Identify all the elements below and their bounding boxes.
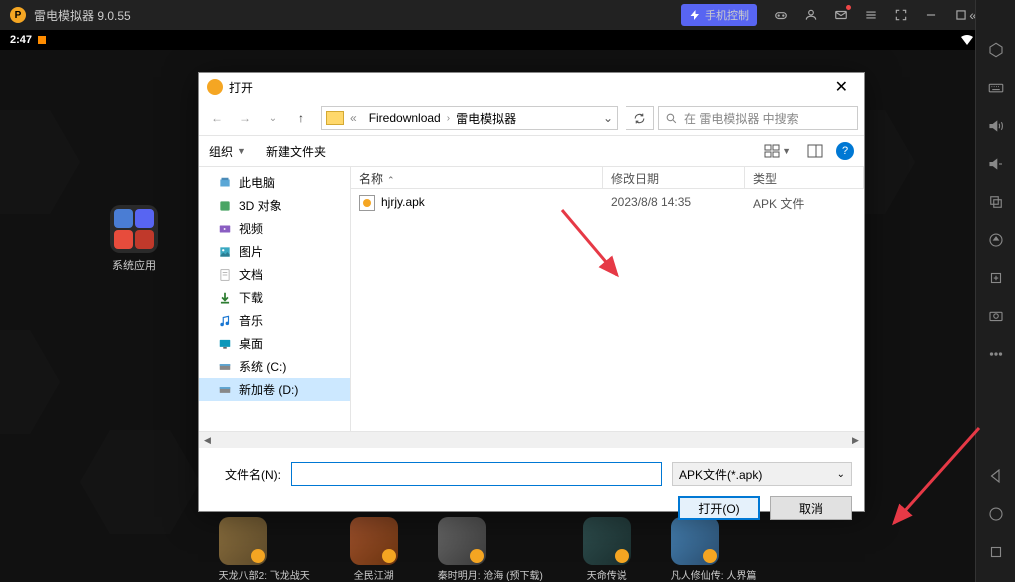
breadcrumb[interactable]: « Firedownload › 雷电模拟器 ⌄ (321, 106, 618, 130)
home-icon[interactable] (986, 504, 1006, 524)
dialog-nav: ← → ⌄ ↑ « Firedownload › 雷电模拟器 ⌄ 在 雷电模拟器… (199, 101, 864, 135)
filetype-select[interactable]: APK文件(*.apk) ⌄ (672, 462, 852, 486)
app-title: 雷电模拟器 9.0.55 (34, 7, 681, 24)
file-row[interactable]: hjrjy.apk 2023/8/8 14:35 APK 文件 (351, 189, 864, 218)
help-icon[interactable]: ? (836, 142, 854, 160)
chevron-down-icon: ⌄ (837, 469, 845, 480)
titlebar: P 雷电模拟器 9.0.55 手机控制 (0, 0, 1015, 30)
user-icon[interactable] (797, 1, 825, 29)
scroll-right-icon[interactable]: ▶ (847, 432, 864, 449)
folder-tree[interactable]: 此电脑 3D 对象 视频 图片 文档 下载 音乐 桌面 系统 (C:) 新加卷 … (199, 167, 351, 431)
tree-item[interactable]: 3D 对象 (199, 194, 350, 217)
file-list-header[interactable]: 名称⌃ 修改日期 类型 (351, 167, 864, 189)
wifi-icon (961, 35, 973, 45)
tree-item[interactable]: 视频 (199, 217, 350, 240)
filename-input[interactable] (291, 462, 662, 486)
tree-item[interactable]: 此电脑 (199, 171, 350, 194)
filename-label: 文件名(N): (211, 466, 281, 483)
screenshot-icon[interactable] (986, 306, 1006, 326)
fullscreen-icon[interactable] (887, 1, 915, 29)
sort-indicator-icon: ⌃ (387, 175, 395, 186)
tree-item[interactable]: 音乐 (199, 309, 350, 332)
search-input[interactable]: 在 雷电模拟器 中搜索 (658, 106, 858, 130)
dialog-title: 打开 (229, 79, 253, 96)
column-type[interactable]: 类型 (745, 167, 864, 188)
horizontal-scrollbar[interactable]: ◀ ▶ (199, 431, 864, 448)
refresh-button[interactable] (626, 106, 654, 130)
dialog-icon (207, 79, 223, 95)
file-open-dialog: 打开 ✕ ← → ⌄ ↑ « Firedownload › 雷电模拟器 ⌄ 在 … (198, 72, 865, 512)
minimize-icon[interactable] (917, 1, 945, 29)
file-list[interactable]: 名称⌃ 修改日期 类型 hjrjy.apk 2023/8/8 14:35 APK… (351, 167, 864, 431)
install-apk-icon[interactable] (986, 268, 1006, 288)
multi-instance-icon[interactable] (986, 192, 1006, 212)
new-folder-button[interactable]: 新建文件夹 (266, 143, 326, 160)
mail-icon[interactable] (827, 1, 855, 29)
cancel-button[interactable]: 取消 (770, 496, 852, 520)
nav-up-button[interactable]: ↑ (289, 106, 313, 130)
system-apps-label: 系统应用 (110, 257, 158, 273)
tree-item[interactable]: 文档 (199, 263, 350, 286)
tree-item[interactable]: 桌面 (199, 332, 350, 355)
view-mode-button[interactable]: ▼ (761, 141, 794, 161)
breadcrumb-dropdown-icon[interactable]: ⌄ (603, 111, 613, 125)
phone-control-button[interactable]: 手机控制 (681, 4, 757, 26)
scroll-left-icon[interactable]: ◀ (199, 432, 216, 449)
search-placeholder: 在 雷电模拟器 中搜索 (684, 110, 799, 127)
nav-forward-button: → (233, 106, 257, 130)
tree-item[interactable]: 新加卷 (D:) (199, 378, 350, 401)
nav-back-button[interactable]: ← (205, 106, 229, 130)
breadcrumb-item[interactable]: 雷电模拟器 (456, 110, 516, 127)
menu-icon[interactable] (857, 1, 885, 29)
tree-item[interactable]: 图片 (199, 240, 350, 263)
recents-icon[interactable] (986, 542, 1006, 562)
back-icon[interactable] (986, 466, 1006, 486)
tree-item[interactable]: 下载 (199, 286, 350, 309)
dialog-titlebar: 打开 ✕ (199, 73, 864, 101)
gamepad-icon[interactable] (767, 1, 795, 29)
phone-control-label: 手机控制 (705, 7, 749, 23)
sync-icon[interactable] (986, 230, 1006, 250)
more-icon[interactable] (986, 344, 1006, 364)
dialog-footer: 文件名(N): APK文件(*.apk) ⌄ 打开(O) 取消 (199, 448, 864, 534)
settings-hex-icon[interactable] (986, 40, 1006, 60)
volume-up-icon[interactable] (986, 116, 1006, 136)
open-button[interactable]: 打开(O) (678, 496, 760, 520)
app-logo: P (10, 7, 26, 23)
dialog-toolbar: 组织 ▼ 新建文件夹 ▼ ? (199, 135, 864, 167)
column-date[interactable]: 修改日期 (603, 167, 745, 188)
preview-pane-button[interactable] (804, 141, 826, 161)
right-toolbar (975, 0, 1015, 582)
folder-icon (326, 111, 344, 125)
column-name[interactable]: 名称⌃ (351, 167, 603, 188)
statusbar-time: 2:47 (10, 34, 32, 46)
apk-file-icon (359, 195, 375, 211)
system-apps-folder[interactable]: 系统应用 (110, 205, 158, 273)
dialog-close-button[interactable]: ✕ (827, 77, 856, 97)
tree-item[interactable]: 系统 (C:) (199, 355, 350, 378)
search-icon (665, 112, 678, 125)
statusbar-notification-icon (38, 36, 46, 44)
nav-recent-button[interactable]: ⌄ (261, 106, 285, 130)
breadcrumb-item[interactable]: Firedownload (369, 111, 441, 125)
organize-button[interactable]: 组织 ▼ (209, 143, 246, 160)
keyboard-icon[interactable] (986, 78, 1006, 98)
android-statusbar: 2:47 (0, 30, 1015, 50)
volume-down-icon[interactable] (986, 154, 1006, 174)
